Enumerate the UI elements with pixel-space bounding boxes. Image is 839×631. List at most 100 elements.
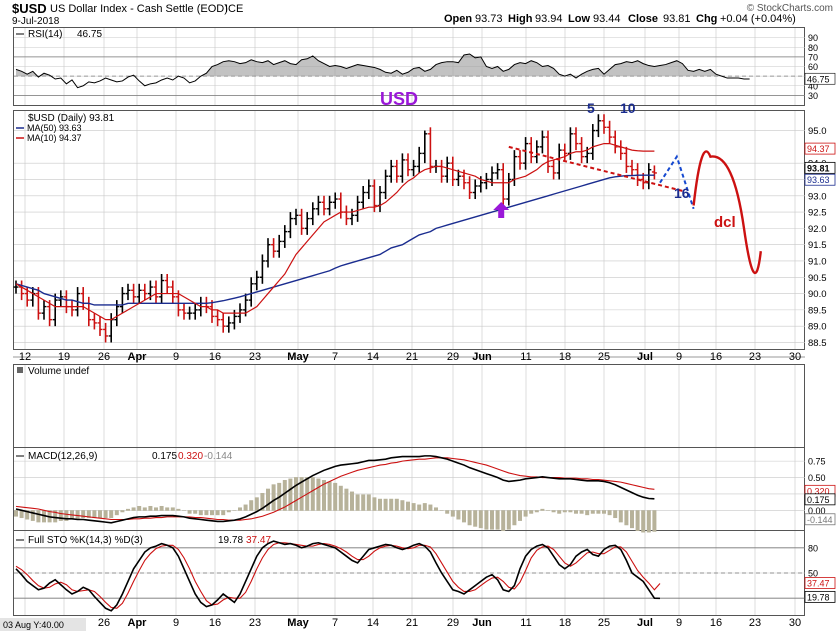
x-tick-label: May <box>287 351 309 363</box>
macd-histogram-bar <box>238 507 242 511</box>
x-tick-label: 23 <box>749 617 761 629</box>
macd-histogram-bar <box>585 510 590 516</box>
rsi-tick-label: 30 <box>808 91 818 101</box>
macd-tick-label: 0.75 <box>808 457 826 467</box>
sto-last-label: 37.47 <box>807 579 830 589</box>
macd-signal-legend-value: 0.320 <box>178 451 203 462</box>
macd-histogram-bar <box>473 510 478 527</box>
price-tick-label: 95.0 <box>808 126 827 137</box>
macd-histogram-bar <box>137 505 142 511</box>
x-tick-label: 7 <box>332 617 338 629</box>
macd-histogram-bar <box>450 510 455 517</box>
header-date: 9-Jul-2018 <box>12 16 60 27</box>
price-tick-label: 89.0 <box>808 322 827 333</box>
macd-histogram-bar <box>624 510 629 526</box>
header-name: US Dollar Index - Cash Settle (EOD) <box>50 3 228 15</box>
macd-histogram-bar <box>445 510 450 514</box>
macd-histogram-bar <box>249 500 254 511</box>
annotation-label: 10 <box>620 100 636 116</box>
macd-histogram-bar <box>266 488 270 511</box>
macd-histogram-bar <box>428 504 433 511</box>
volume-panel-frame <box>13 364 805 448</box>
macd-last-label: 0.175 <box>807 495 830 505</box>
x-tick-label: 14 <box>367 617 379 629</box>
macd-histogram-bar <box>333 482 338 511</box>
macd-histogram-bar <box>198 510 203 516</box>
macd-histogram-bar <box>439 510 444 511</box>
header-close: 93.81 <box>663 13 691 25</box>
macd-histogram-bar <box>182 510 186 511</box>
macd-legend-text: MACD(12,26,9) <box>28 451 97 462</box>
price-tick-label: 89.5 <box>808 305 827 316</box>
macd-histogram-bar <box>607 510 612 516</box>
macd-histogram-bar <box>635 510 640 532</box>
macd-histogram-bar <box>226 510 231 513</box>
rsi-legend-value: 46.75 <box>77 29 102 40</box>
macd-histogram-bar <box>630 510 634 529</box>
x-tick-label: 16 <box>209 617 221 629</box>
macd-histogram-bar <box>434 507 438 511</box>
macd-histogram-bar <box>467 510 472 526</box>
macd-histogram-bar <box>389 498 394 511</box>
x-tick-label: 16 <box>209 351 221 363</box>
macd-histogram-bar <box>568 510 573 513</box>
header-low: 93.44 <box>593 13 621 25</box>
x-tick-label: 16 <box>710 351 722 363</box>
price-tick-label: 93.0 <box>808 191 827 202</box>
macd-histogram-bar <box>120 510 125 513</box>
stock-chart: $USD US Dollar Index - Cash Settle (EOD)… <box>0 1 836 631</box>
macd-histogram-bar <box>271 484 276 511</box>
annotation-label: 5 <box>587 100 595 116</box>
rsi-tick-label: 80 <box>808 43 818 53</box>
header-close-label: Close <box>628 13 658 25</box>
macd-histogram-bar <box>193 510 198 514</box>
price-legend: $USD (Daily) 93.81 MA(50) 93.63 MA(10) 9… <box>16 113 115 143</box>
macd-histogram-bar <box>557 510 562 514</box>
x-tick-label: 23 <box>749 351 761 363</box>
macd-histogram-bar <box>126 508 130 511</box>
macd-histogram-bar <box>590 510 595 514</box>
macd-histogram-bar <box>400 500 405 511</box>
macd-histogram-bar <box>529 510 534 514</box>
macd-histogram-bar <box>646 510 651 533</box>
price-tick-label: 90.0 <box>808 289 827 300</box>
macd-histogram-bar <box>501 510 506 532</box>
x-tick-label: 18 <box>559 617 571 629</box>
volume-legend-swatch <box>17 367 23 373</box>
macd-histogram-bar <box>204 510 209 516</box>
macd-histogram-bar <box>187 510 192 514</box>
annotation-label: 16 <box>674 185 690 201</box>
volume-legend: Volume undef <box>28 366 89 377</box>
macd-histogram-bar <box>232 510 237 511</box>
macd-histogram-bar <box>551 510 556 513</box>
header-open: 93.73 <box>475 13 503 25</box>
sto-legend-text: Full STO %K(14,3) %D(3) <box>28 535 143 546</box>
macd-histogram-bar <box>154 507 158 511</box>
macd-histogram-bar <box>366 494 371 511</box>
macd-histogram-bar <box>148 505 153 511</box>
x-tick-label: 26 <box>98 351 110 363</box>
rsi-tick-label: 90 <box>808 33 818 43</box>
macd-histogram-bar <box>495 510 500 530</box>
price-last-label: 94.37 <box>807 144 830 154</box>
x-tick-label: 29 <box>447 351 459 363</box>
header-chg: +0.04 (+0.04%) <box>720 13 796 25</box>
macd-histogram-bar <box>462 510 466 523</box>
price-tick-label: 92.5 <box>808 208 827 219</box>
macd-histogram-bar <box>406 501 410 511</box>
macd-histogram-bar <box>361 494 366 511</box>
sto-d-legend-value: 37.47 <box>246 535 271 546</box>
annotation-label: dcl <box>714 214 736 231</box>
macd-histogram-bar <box>596 510 601 514</box>
macd-histogram-bar <box>478 510 483 529</box>
header-exchange: ICE <box>225 3 243 15</box>
x-tick-label: 19 <box>58 351 70 363</box>
macd-histogram-bar <box>411 503 416 511</box>
x-tick-label: 30 <box>789 351 801 363</box>
macd-histogram-bar <box>618 510 623 523</box>
x-tick-label: Jul <box>637 617 653 629</box>
macd-histogram-bar <box>142 507 147 511</box>
macd-histogram-bar <box>36 510 41 523</box>
x-tick-label: Jun <box>472 351 492 363</box>
x-tick-label: Jul <box>637 351 653 363</box>
